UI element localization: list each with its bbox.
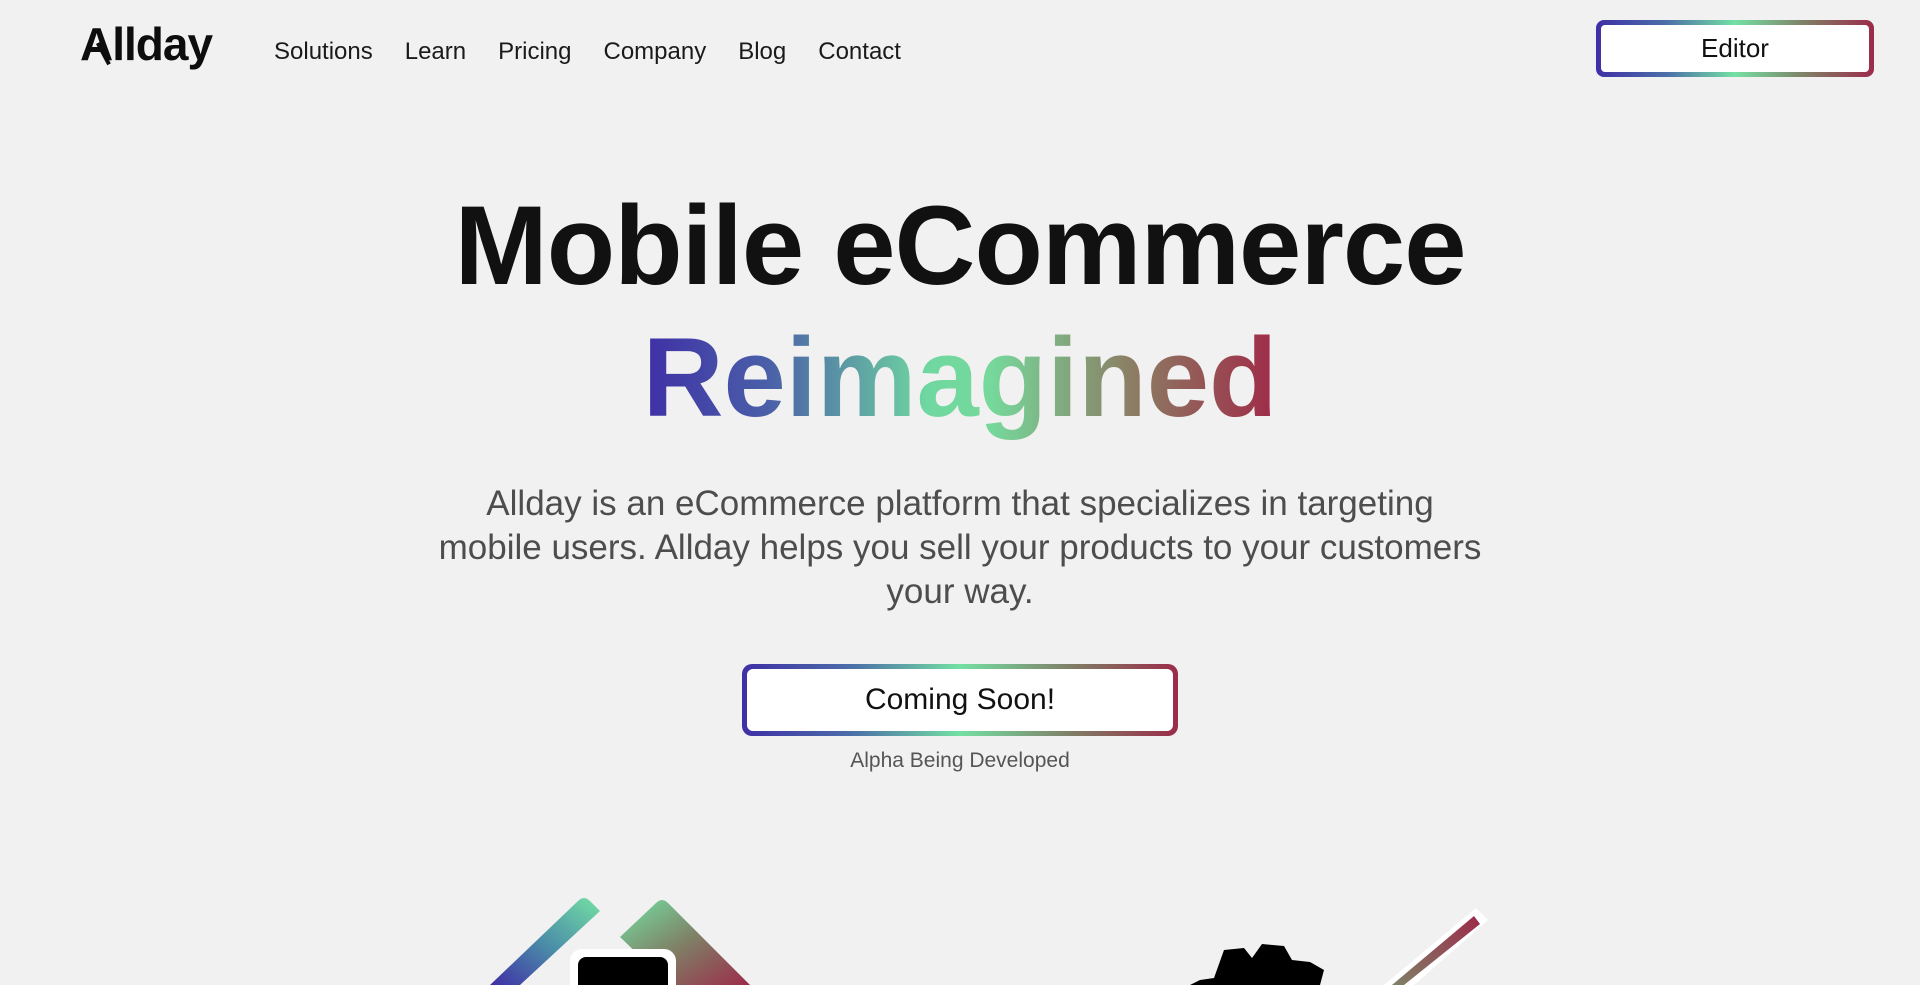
site-header: Allday Solutions Learn Pricing Company B…	[0, 0, 1920, 100]
hero-title: Mobile eCommerce	[454, 183, 1467, 308]
wrench-handle	[1392, 916, 1480, 985]
editor-button-label: Editor	[1601, 25, 1869, 72]
hero-subtitle: Reimagined	[0, 318, 1920, 438]
coming-soon-label: Coming Soon!	[747, 669, 1173, 731]
coming-soon-button[interactable]: Coming Soon!	[742, 664, 1178, 736]
nav-item-solutions[interactable]: Solutions	[274, 36, 373, 68]
nav-item-learn[interactable]: Learn	[405, 36, 466, 68]
nav-item-contact[interactable]: Contact	[818, 36, 901, 68]
main-nav: Solutions Learn Pricing Company Blog Con…	[274, 36, 901, 68]
nav-item-pricing[interactable]: Pricing	[498, 36, 571, 68]
gear-shape	[1190, 944, 1324, 985]
nav-item-blog[interactable]: Blog	[738, 36, 786, 68]
editor-button[interactable]: Editor	[1596, 20, 1874, 77]
hero-description: Allday is an eCommerce platform that spe…	[438, 484, 1482, 611]
nav-item-company[interactable]: Company	[603, 36, 706, 68]
phone-screen	[578, 957, 668, 985]
gear-wrench-graphic	[1190, 908, 1488, 985]
alpha-note: Alpha Being Developed	[850, 749, 1070, 772]
hero-subtitle-text: Reimagined	[642, 315, 1278, 440]
mobile-store-graphic	[490, 898, 750, 985]
